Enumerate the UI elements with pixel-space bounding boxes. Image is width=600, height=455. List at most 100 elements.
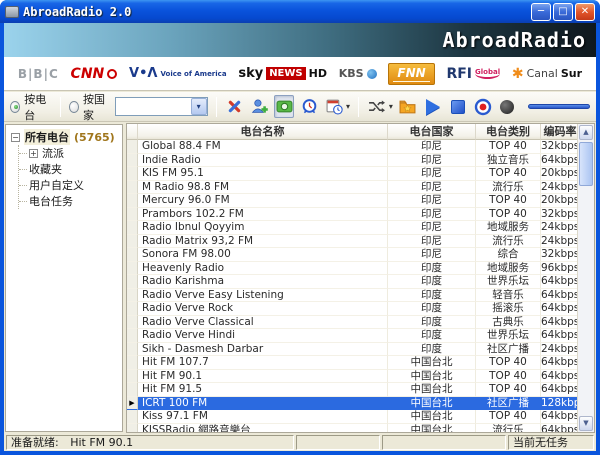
row-marker-cell[interactable] <box>127 329 138 343</box>
row-marker-cell[interactable] <box>127 410 138 424</box>
row-marker-cell[interactable] <box>127 383 138 397</box>
schedule-dropdown-icon[interactable]: ▾ <box>346 102 350 111</box>
table-row[interactable]: Global 88.4 FM 印尼 TOP 40 32kbps <box>127 140 577 154</box>
row-marker-cell[interactable] <box>127 302 138 316</box>
radio-by-station[interactable] <box>10 101 20 113</box>
table-row[interactable]: Hit FM 91.5 中国台北 TOP 40 64kbps <box>127 383 577 397</box>
vertical-scrollbar[interactable]: ▲ ▼ <box>577 124 594 432</box>
row-marker-cell[interactable] <box>127 424 138 433</box>
table-row[interactable]: M Radio 98.8 FM 印尼 流行乐 24kbps <box>127 181 577 195</box>
volume-slider[interactable] <box>528 104 590 109</box>
row-marker-cell[interactable] <box>127 140 138 154</box>
radio-by-country[interactable] <box>69 101 79 113</box>
shuffle-dropdown-icon[interactable]: ▾ <box>389 102 393 111</box>
table-row[interactable]: Mercury 96.0 FM 印尼 TOP 40 20kbps <box>127 194 577 208</box>
cell-station-country: 印度 <box>388 302 476 316</box>
cell-station-category: 流行乐 <box>476 235 541 249</box>
row-marker-cell[interactable] <box>127 343 138 357</box>
row-marker-cell[interactable] <box>127 154 138 168</box>
filter-by-country-option[interactable]: 按国家 <box>69 91 111 123</box>
scrollbar-thumb[interactable] <box>579 142 593 186</box>
selected-row-marker-icon[interactable]: ▶ <box>127 397 138 411</box>
cell-station-name: Heavenly Radio <box>138 262 388 276</box>
expand-icon[interactable]: + <box>29 149 38 158</box>
kbs-logo: KBS <box>339 67 377 80</box>
row-marker-cell[interactable] <box>127 356 138 370</box>
station-table: 电台名称 电台国家 电台类别 编码率 Global 88.4 FM 印尼 TOP… <box>126 123 595 433</box>
tree-item-tasks[interactable]: 电台任务 <box>19 193 122 209</box>
play-button[interactable] <box>423 95 443 118</box>
row-marker-cell[interactable] <box>127 275 138 289</box>
stop-button[interactable] <box>448 95 468 118</box>
cell-bitrate: 20kbps <box>541 167 577 181</box>
status-current-station: Hit FM 90.1 <box>70 436 133 449</box>
table-row[interactable]: Hit FM 107.7 中国台北 TOP 40 64kbps <box>127 356 577 370</box>
table-row[interactable]: Radio Karishma 印度 世界乐坛 64kbps <box>127 275 577 289</box>
table-row[interactable]: KIS FM 95.1 印尼 TOP 40 20kbps <box>127 167 577 181</box>
shuffle-button[interactable] <box>367 95 387 118</box>
table-row[interactable]: Hit FM 90.1 中国台北 TOP 40 64kbps <box>127 370 577 384</box>
schedule-button[interactable] <box>324 95 344 118</box>
row-marker-cell[interactable] <box>127 248 138 262</box>
tree-item-favorites[interactable]: 收藏夹 <box>19 161 122 177</box>
collapse-icon[interactable]: − <box>11 133 20 142</box>
window-content: AbroadRadio B|B|C CNN V•Λ Voice of Ameri… <box>4 23 596 451</box>
table-row[interactable]: Sonora FM 98.00 印尼 综合 32kbps <box>127 248 577 262</box>
row-marker-cell[interactable] <box>127 370 138 384</box>
row-marker-cell[interactable] <box>127 181 138 195</box>
table-row[interactable]: Heavenly Radio 印度 地域服务 96kbps <box>127 262 577 276</box>
search-combobox[interactable]: ▾ <box>115 97 207 116</box>
cell-station-name: Radio Verve Classical <box>138 316 388 330</box>
cell-bitrate: 24kbps <box>541 221 577 235</box>
table-row[interactable]: Radio Verve Easy Listening 印度 轻音乐 64kbps <box>127 289 577 303</box>
maximize-button[interactable]: □ <box>553 3 573 21</box>
row-marker-cell[interactable] <box>127 208 138 222</box>
table-row[interactable]: Radio Matrix 93,2 FM 印尼 流行乐 24kbps <box>127 235 577 249</box>
add-user-button[interactable] <box>250 95 270 118</box>
table-row[interactable]: Sikh - Dasmesh Darbar 印度 社区广播 24kbps <box>127 343 577 357</box>
cell-station-name: Kiss 97.1 FM <box>138 410 388 424</box>
row-marker-cell[interactable] <box>127 194 138 208</box>
filter-by-station-option[interactable]: 按电台 <box>10 91 52 123</box>
row-marker-cell[interactable] <box>127 316 138 330</box>
mute-button[interactable] <box>498 95 518 118</box>
table-row[interactable]: ▶ ICRT 100 FM 中国台北 社区广播 128kbps <box>127 397 577 411</box>
header-station-name[interactable]: 电台名称 <box>138 124 388 140</box>
tree-item-custom[interactable]: 用户自定义 <box>19 177 122 193</box>
scroll-down-icon[interactable]: ▼ <box>579 416 593 431</box>
snapshot-folder-button[interactable] <box>274 95 294 118</box>
row-marker-cell[interactable] <box>127 167 138 181</box>
schedule-calendar-icon <box>326 98 343 115</box>
table-row[interactable]: Radio Verve Classical 印度 古典乐 64kbps <box>127 316 577 330</box>
table-row[interactable]: Prambors 102.2 FM 印尼 TOP 40 32kbps <box>127 208 577 222</box>
table-row[interactable]: Radio Verve Hindi 印度 世界乐坛 64kbps <box>127 329 577 343</box>
table-row[interactable]: Kiss 97.1 FM 中国台北 TOP 40 64kbps <box>127 410 577 424</box>
cell-bitrate: 64kbps <box>541 383 577 397</box>
record-button[interactable] <box>473 95 493 118</box>
settings-tools-button[interactable] <box>225 95 245 118</box>
minimize-button[interactable]: ─ <box>531 3 551 21</box>
cell-station-country: 印尼 <box>388 248 476 262</box>
row-marker-cell[interactable] <box>127 262 138 276</box>
close-button[interactable]: ✕ <box>575 3 595 21</box>
header-station-country[interactable]: 电台国家 <box>388 124 476 140</box>
table-row[interactable]: KISSRadio 網路音樂台 中国台北 流行乐 64kbps <box>127 424 577 433</box>
table-row[interactable]: Radio Ibnul Qoyyim 印尼 地域服务 24kbps <box>127 221 577 235</box>
kbs-globe-icon <box>367 69 377 79</box>
header-bitrate[interactable]: 编码率 <box>541 124 580 140</box>
row-marker-cell[interactable] <box>127 235 138 249</box>
favorites-folder-button[interactable] <box>398 95 418 118</box>
tree-root-all-stations[interactable]: − 所有电台 (5765) <box>6 129 122 145</box>
header-station-category[interactable]: 电台类别 <box>476 124 541 140</box>
combobox-dropdown-icon[interactable]: ▾ <box>191 98 207 115</box>
scroll-up-icon[interactable]: ▲ <box>579 125 593 140</box>
row-marker-cell[interactable] <box>127 289 138 303</box>
table-row[interactable]: Indie Radio 印尼 独立音乐 64kbps <box>127 154 577 168</box>
tree-item-genres[interactable]: + 流派 <box>19 145 122 161</box>
alarm-clock-icon <box>301 98 318 115</box>
title-bar[interactable]: AbroadRadio 2.0 ─ □ ✕ <box>0 0 600 23</box>
status-panel-2 <box>296 435 380 450</box>
row-marker-cell[interactable] <box>127 221 138 235</box>
table-row[interactable]: Radio Verve Rock 印度 摇滚乐 64kbps <box>127 302 577 316</box>
alarm-button[interactable] <box>299 95 319 118</box>
